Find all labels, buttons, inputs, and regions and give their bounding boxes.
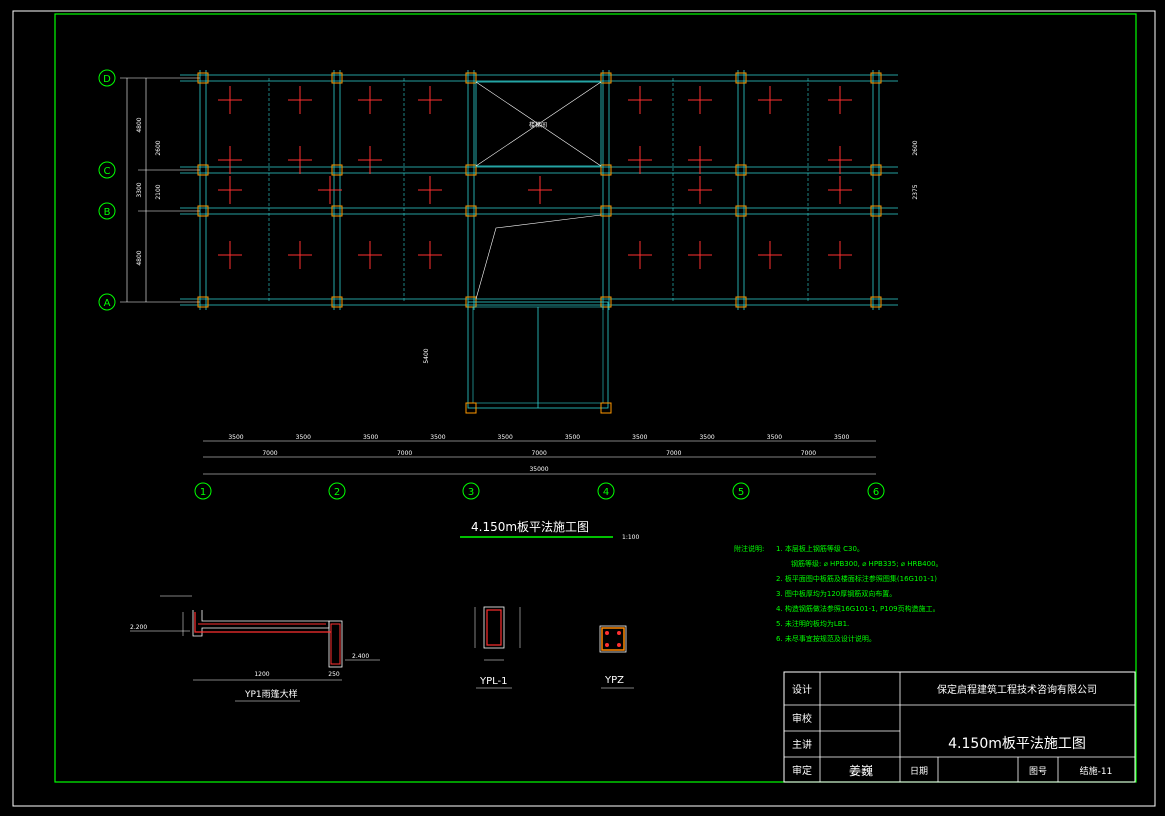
axis-label-d: D <box>103 74 111 85</box>
tb-sheet-label: 图号 <box>1029 766 1047 777</box>
note-2: 2. 板平面图中板筋及楼面标注参照图集(16G101-1) <box>776 574 937 583</box>
column <box>735 205 747 217</box>
axis-bubbles-letters: D C B A <box>98 69 116 311</box>
axis-label-3: 3 <box>468 487 474 498</box>
note-5: 5. 未注明的板均为LB1. <box>776 619 849 628</box>
tb-drawing-name: 4.150m板平法施工图 <box>948 736 1086 752</box>
dim-fine: 3500 <box>498 434 513 441</box>
yp1-dim-beam: 250 <box>328 671 340 678</box>
title-block: 设计 审校 主讲 审定 保定启程建筑工程技术咨询有限公司 4.150m板平法施工… <box>783 671 1136 783</box>
tb-label-check: 审校 <box>792 712 812 725</box>
ypz-title: YPZ <box>604 675 624 686</box>
column <box>465 205 477 217</box>
axis-label-b: B <box>104 207 111 218</box>
bottom-dimensions: 35000 3500 3500 3500 3500 3500 3500 3500 3500 35… <box>203 434 876 475</box>
dim-fine: 3500 <box>228 434 243 441</box>
axis-label-c: C <box>104 166 111 177</box>
stair-slope <box>475 214 602 300</box>
tb-company: 保定启程建筑工程技术咨询有限公司 <box>937 683 1097 696</box>
dim-fine: 3500 <box>699 434 714 441</box>
dim-canopy: 5400 <box>423 348 430 363</box>
column <box>331 296 343 308</box>
dim-mid: 7000 <box>262 450 277 457</box>
axis-label-1: 1 <box>200 487 206 498</box>
note-6: 6. 未尽事宜按规范及设计说明。 <box>776 634 876 643</box>
column <box>600 72 612 84</box>
column <box>870 164 882 176</box>
yp1-title: YP1雨篷大样 <box>244 688 298 700</box>
column <box>331 72 343 84</box>
column <box>735 296 747 308</box>
note-4: 4. 构造钢筋做法参照16G101-1, P109页构造施工。 <box>776 604 940 613</box>
note-1: 1. 本层板上钢筋等级 C30。 <box>776 544 864 553</box>
notes-heading: 附注说明: <box>734 544 764 553</box>
tb-signature: 姜巍 <box>849 764 873 778</box>
column <box>870 72 882 84</box>
yp1-level-left: 2.200 <box>130 624 147 631</box>
ypl1-detail: YPL-1 <box>474 606 521 689</box>
axis-label-a: A <box>104 298 111 309</box>
column <box>331 164 343 176</box>
yp1-level-right: 2.400 <box>352 653 369 660</box>
dim-left-2: 3300 <box>136 182 143 197</box>
dim-fine: 3500 <box>430 434 445 441</box>
dim-mid: 7000 <box>666 450 681 457</box>
column <box>870 296 882 308</box>
dim-fine: 3500 <box>834 434 849 441</box>
tb-label-lead: 主讲 <box>792 738 812 751</box>
dim-left-inner-2: 2100 <box>155 184 162 199</box>
column <box>465 164 477 176</box>
column <box>870 205 882 217</box>
column <box>331 205 343 217</box>
dim-left-inner-1: 2600 <box>155 140 162 155</box>
dim-fine: 3500 <box>767 434 782 441</box>
column <box>465 72 477 84</box>
cad-drawing-sheet: D C B A 1 2 3 4 5 6 4800 3300 4800 2600 … <box>12 10 1156 807</box>
column <box>735 72 747 84</box>
column <box>600 205 612 217</box>
note-1b: 钢筋等级: ⌀ HPB300, ⌀ HPB335; ⌀ HRB400。 <box>791 559 943 568</box>
dim-fine: 3500 <box>632 434 647 441</box>
axis-label-4: 4 <box>603 487 609 498</box>
dim-mid: 7000 <box>801 450 816 457</box>
tb-sheet-no: 结施-11 <box>1080 765 1113 777</box>
dim-right-inner-2: 2375 <box>912 184 919 199</box>
yp1-dim-width: 1200 <box>254 671 269 678</box>
dim-left-3: 4800 <box>136 250 143 265</box>
axis-label-6: 6 <box>873 487 879 498</box>
axis-label-2: 2 <box>334 487 340 498</box>
dim-left-1: 4800 <box>136 117 143 132</box>
axis-bubbles-numbers: 1 2 3 4 5 6 <box>194 482 885 500</box>
dim-mid: 7000 <box>532 450 547 457</box>
ypl1-title: YPL-1 <box>479 676 508 687</box>
dim-mid: 7000 <box>397 450 412 457</box>
stair-label: 楼梯间 <box>529 121 547 129</box>
plan-title: 4.150m板平法施工图 <box>471 520 589 534</box>
tb-label-approve: 审定 <box>792 764 812 777</box>
dim-fine: 3500 <box>363 434 378 441</box>
note-3: 3. 图中板厚均为120厚钢筋双向布置。 <box>776 589 896 598</box>
yp1-detail: 1200 250 2.200 2.400 YP1雨篷大样 <box>130 595 380 702</box>
axis-label-5: 5 <box>738 487 744 498</box>
notes-block: 附注说明: 1. 本层板上钢筋等级 C30。 钢筋等级: ⌀ HPB300, ⌀… <box>734 544 943 643</box>
inner-frame <box>54 13 1137 783</box>
dim-fine: 3500 <box>565 434 580 441</box>
dim-fine: 3500 <box>296 434 311 441</box>
column <box>735 164 747 176</box>
dim-total: 35000 <box>529 466 548 473</box>
ypz-detail: YPZ <box>599 625 634 689</box>
tb-date-label: 日期 <box>910 766 928 777</box>
plan-scale: 1:100 <box>622 534 639 541</box>
dim-right-inner-1: 2600 <box>912 140 919 155</box>
column <box>600 164 612 176</box>
tb-label-design: 设计 <box>792 683 812 696</box>
